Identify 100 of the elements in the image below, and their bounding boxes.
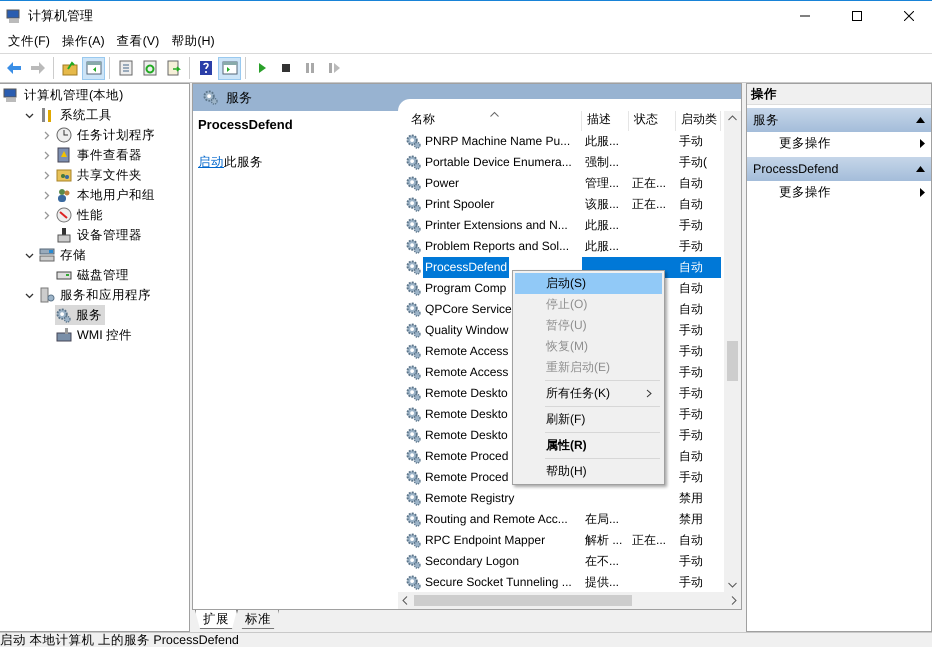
description-cell-text: 该服... [584, 196, 620, 213]
chevron-right-icon[interactable] [42, 150, 51, 160]
view-tab[interactable]: 标准 [237, 610, 279, 629]
service-name-cell[interactable]: Remote Proced [423, 467, 510, 488]
horizontal-scrollbar[interactable] [398, 592, 741, 609]
scroll-left-icon[interactable] [402, 596, 408, 605]
service-name-cell[interactable]: Quality Window [423, 320, 510, 341]
tree-item[interactable]: 共享文件夹 [55, 165, 145, 185]
chevron-right-icon[interactable] [42, 210, 51, 220]
service-name-cell[interactable]: Printer Extensions and N... [423, 215, 570, 236]
storage-icon [39, 247, 55, 263]
users-icon [56, 187, 72, 203]
tree-item[interactable]: 计算机管理(本地) [2, 85, 126, 105]
panel-left-icon [86, 60, 102, 76]
startup-cell-text: 自动 [678, 280, 704, 297]
service-name-cell[interactable]: Remote Access [423, 341, 510, 362]
column-header[interactable]: 启动类 [676, 111, 721, 131]
menu-option[interactable]: 启动(S) [515, 273, 662, 294]
menu-item[interactable]: 操作(A) [56, 33, 111, 50]
chevron-right-icon[interactable] [42, 170, 51, 180]
toolbar-button[interactable] [218, 56, 241, 80]
service-name-cell[interactable]: Remote Access [423, 362, 510, 383]
scroll-up-icon[interactable] [728, 115, 737, 121]
tree-item[interactable]: 磁盘管理 [55, 265, 132, 285]
tree-item[interactable]: 本地用户和组 [55, 185, 158, 205]
tree-item[interactable]: 存储 [38, 245, 89, 265]
chevron-down-icon[interactable] [25, 110, 34, 120]
tree-item[interactable]: 系统工具 [38, 105, 115, 125]
service-name-cell[interactable]: Program Comp [423, 278, 508, 299]
startup-cell-text: 手动 [678, 343, 704, 360]
menu-option[interactable]: 属性(R) [515, 435, 662, 456]
chevron-right-icon[interactable] [42, 190, 51, 200]
startup-cell-text: 手动 [678, 553, 704, 570]
tree-item[interactable]: 服务和应用程序 [38, 285, 154, 305]
section-header[interactable]: 服务 [747, 108, 931, 132]
service-name-cell[interactable]: Power [423, 173, 462, 194]
tree-item[interactable]: 设备管理器 [55, 225, 145, 245]
chevron-down-icon[interactable] [25, 290, 34, 300]
column-header[interactable]: 状态 [629, 111, 676, 131]
service-gear-icon [406, 344, 421, 359]
service-name-cell[interactable]: Remote Deskto [423, 404, 510, 425]
service-name-cell[interactable]: Remote Proced [423, 446, 510, 467]
service-gear-icon [406, 176, 421, 191]
export-icon [166, 60, 182, 76]
service-name-cell[interactable]: Remote Deskto [423, 383, 510, 404]
service-name-cell[interactable]: PNRP Machine Name Pu... [423, 131, 572, 152]
chevron-down-icon[interactable] [25, 250, 34, 260]
service-name-cell[interactable]: Print Spooler [423, 194, 496, 215]
startup-cell-text: 手动 [678, 238, 704, 255]
service-gear-icon [406, 260, 421, 275]
description-cell-text: 强制... [584, 154, 620, 171]
action-item[interactable]: 更多操作 [747, 132, 931, 154]
service-name-cell[interactable]: QPCore Service [423, 299, 514, 320]
menu-item[interactable]: 帮助(H) [165, 33, 221, 50]
startup-cell-text: 手动 [678, 322, 704, 339]
menu-option[interactable]: 帮助(H) [515, 461, 662, 482]
start-link[interactable]: 启动 [198, 155, 224, 169]
menu-item[interactable]: 查看(V) [110, 33, 166, 50]
vertical-scrollbar[interactable] [724, 111, 741, 592]
status-cell-text: 正在... [631, 532, 668, 549]
tree-item[interactable]: 服务 [55, 305, 105, 325]
column-header[interactable]: 描述 [582, 111, 629, 131]
service-name-cell[interactable]: ProcessDefend [423, 257, 510, 278]
startup-cell-text: 手动 [678, 385, 704, 402]
section-header[interactable]: ProcessDefend [747, 157, 931, 181]
computer-icon [3, 87, 19, 103]
service-name-cell[interactable]: Remote Deskto [423, 425, 510, 446]
tree-item[interactable]: 任务计划程序 [55, 125, 158, 145]
tree-item[interactable]: 事件查看器 [55, 145, 145, 165]
service-gear-icon [406, 554, 421, 569]
scroll-right-icon[interactable] [731, 596, 737, 605]
startup-cell-text: 手动 [678, 469, 704, 486]
status-cell-text: 正在... [631, 175, 668, 192]
service-name-cell[interactable]: Remote Registry [423, 488, 516, 509]
panel-right-icon [222, 60, 238, 76]
service-name-cell[interactable]: Portable Device Enumera... [423, 152, 574, 173]
startup-cell-text: 自动 [678, 301, 704, 318]
shared-folder-icon [56, 167, 72, 183]
tree-item[interactable]: 性能 [55, 205, 106, 225]
log-book-icon [56, 147, 72, 163]
chevron-right-icon[interactable] [42, 130, 51, 140]
description-cell-text: 解析 ... [584, 532, 624, 549]
menu-option[interactable]: 所有任务(K) [515, 383, 662, 404]
service-name-cell[interactable]: Secondary Logon [423, 551, 522, 572]
startup-cell-text: 手动( [678, 154, 708, 171]
column-header[interactable]: 名称 [406, 111, 582, 131]
tree-item[interactable]: WMI 控件 [55, 325, 136, 345]
scroll-thumb[interactable] [414, 595, 632, 606]
toolbar-button[interactable] [82, 56, 105, 80]
service-name-cell[interactable]: Problem Reports and Sol... [423, 236, 572, 257]
service-name-cell[interactable]: RPC Endpoint Mapper [423, 530, 548, 551]
action-item[interactable]: 更多操作 [747, 181, 931, 203]
menu-option[interactable]: 刷新(F) [515, 409, 662, 430]
menu-item[interactable]: 文件(F) [2, 33, 56, 50]
view-tab[interactable]: 扩展 [195, 610, 237, 629]
scroll-down-icon[interactable] [728, 582, 737, 588]
service-name-cell[interactable]: Routing and Remote Acc... [423, 509, 570, 530]
scroll-thumb[interactable] [727, 341, 738, 381]
service-name-cell[interactable]: Secure Socket Tunneling ... [423, 572, 574, 593]
description-cell-text: 在不... [584, 553, 620, 570]
